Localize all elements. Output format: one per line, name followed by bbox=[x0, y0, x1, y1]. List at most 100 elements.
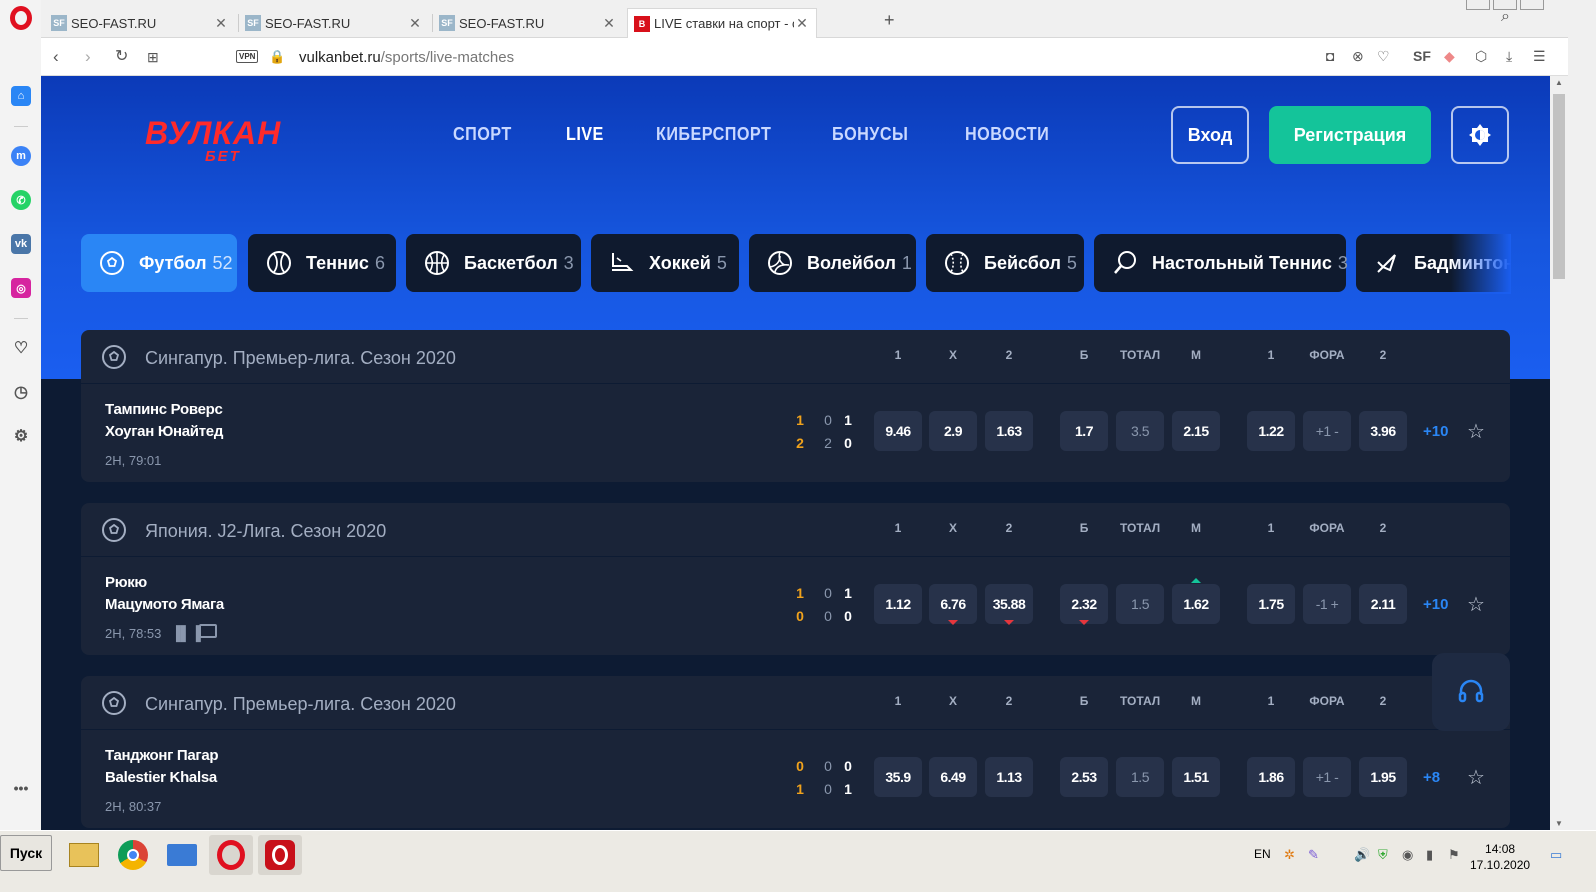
close-tab-icon[interactable]: ✕ bbox=[407, 15, 423, 32]
favorite-star-icon[interactable]: ☆ bbox=[1467, 765, 1485, 790]
action-center-flag-icon[interactable]: ⚑ bbox=[1448, 847, 1460, 863]
odds-button[interactable]: 2.15 bbox=[1172, 411, 1220, 451]
camera-snapshot-icon[interactable]: ◘ bbox=[1326, 48, 1334, 64]
league-header[interactable]: Сингапур. Премьер-лига. Сезон 2020 1 X 2 Б ТО… bbox=[81, 330, 1510, 384]
easy-setup-menu-icon[interactable]: ☰ bbox=[1533, 48, 1546, 65]
odds-button[interactable]: 1.51 bbox=[1172, 757, 1220, 797]
more-markets-link[interactable]: +10 bbox=[1423, 423, 1448, 440]
settings-gear-icon[interactable]: ⚙ bbox=[11, 426, 31, 446]
odds-button[interactable]: 35.9 bbox=[874, 757, 922, 797]
more-markets-link[interactable]: +10 bbox=[1423, 596, 1448, 613]
register-button[interactable]: Регистрация bbox=[1269, 106, 1431, 164]
lock-icon[interactable]: 🔒 bbox=[269, 47, 285, 67]
security-shield-icon[interactable]: ⛨ bbox=[1378, 847, 1388, 863]
close-tab-icon[interactable]: ✕ bbox=[213, 15, 229, 32]
download-icon[interactable]: ⤓ bbox=[1506, 48, 1512, 65]
odds-button[interactable]: 1.95 bbox=[1359, 757, 1407, 797]
more-dots-icon[interactable]: ••• bbox=[11, 778, 31, 798]
system-clock[interactable]: 14:08 17.10.2020 bbox=[1470, 841, 1530, 873]
forward-arrow-icon[interactable]: › bbox=[85, 47, 91, 67]
back-arrow-icon[interactable]: ‹ bbox=[53, 47, 59, 67]
scroll-up-arrow-icon[interactable]: ▲ bbox=[1555, 78, 1563, 87]
history-clock-icon[interactable]: ◷ bbox=[11, 382, 31, 402]
cube-extension-icon[interactable]: ⬡ bbox=[1475, 48, 1487, 65]
odds-button[interactable]: 3.5 bbox=[1116, 411, 1164, 451]
browser-tab[interactable]: SF SEO-FAST.RU ✕ bbox=[433, 8, 623, 38]
vulkan-bet-logo[interactable]: ВУЛКАН БЕТ bbox=[145, 116, 281, 164]
scrollbar-thumb[interactable] bbox=[1553, 94, 1565, 279]
opera-taskbar-icon[interactable] bbox=[209, 835, 253, 875]
sport-tab-hockey[interactable]: Хоккей 5 bbox=[591, 234, 739, 292]
close-tab-icon[interactable]: ✕ bbox=[601, 15, 617, 32]
sport-tab-tennis[interactable]: Теннис 6 bbox=[248, 234, 396, 292]
odds-button[interactable]: 1.5 bbox=[1116, 584, 1164, 624]
odds-button[interactable]: -1 + bbox=[1303, 584, 1351, 624]
sport-tab-basketball[interactable]: Баскетбол 3 bbox=[406, 234, 581, 292]
tray-pen-icon[interactable]: ✎ bbox=[1308, 847, 1319, 863]
heart-icon[interactable]: ♡ bbox=[11, 338, 31, 358]
odds-button[interactable]: 1.86 bbox=[1247, 757, 1295, 797]
show-desktop-icon[interactable]: ▭ bbox=[1550, 847, 1562, 863]
odds-button[interactable]: 1.12 bbox=[874, 584, 922, 624]
vpn-badge[interactable]: VPN bbox=[236, 50, 259, 63]
sport-tab-football[interactable]: Футбол 52 bbox=[81, 234, 237, 292]
support-chat-button[interactable] bbox=[1432, 653, 1510, 731]
odds-button[interactable]: 1.75 bbox=[1247, 584, 1295, 624]
login-button[interactable]: Вход bbox=[1171, 106, 1249, 164]
odds-button[interactable]: 1.5 bbox=[1116, 757, 1164, 797]
url-field[interactable]: vulkanbet.ru/sports/live-matches bbox=[299, 49, 514, 66]
volume-icon[interactable]: 🔊 bbox=[1354, 847, 1370, 863]
theme-toggle-button[interactable] bbox=[1451, 106, 1509, 164]
odds-button[interactable]: 2.9 bbox=[929, 411, 977, 451]
team-away[interactable]: Мацумото Ямага bbox=[105, 596, 224, 613]
maximize-window-button[interactable] bbox=[1493, 0, 1517, 10]
sport-tab-baseball[interactable]: Бейсбол 5 bbox=[926, 234, 1084, 292]
browser-tab[interactable]: SF SEO-FAST.RU ✕ bbox=[45, 8, 235, 38]
mail-icon[interactable] bbox=[160, 835, 204, 875]
league-header[interactable]: Япония. J2-Лига. Сезон 2020 1 X 2 Б ТОТАЛ М 1 ФО… bbox=[81, 503, 1510, 557]
file-explorer-icon[interactable] bbox=[62, 835, 106, 875]
team-home[interactable]: Танджонг Пагар bbox=[105, 747, 219, 764]
whatsapp-icon[interactable]: ✆ bbox=[11, 190, 31, 210]
nav-esports[interactable]: КИБЕРСПОРТ bbox=[656, 124, 771, 145]
opera-gx-taskbar-icon[interactable] bbox=[258, 835, 302, 875]
favorite-star-icon[interactable]: ☆ bbox=[1467, 419, 1485, 444]
adblock-icon[interactable]: ⊗ bbox=[1352, 48, 1364, 65]
odds-button[interactable]: 2.11 bbox=[1359, 584, 1407, 624]
team-away[interactable]: Balestier Khalsa bbox=[105, 769, 217, 786]
team-home[interactable]: Тампинс Роверс bbox=[105, 401, 223, 418]
close-window-button[interactable] bbox=[1520, 0, 1544, 10]
league-header[interactable]: Сингапур. Премьер-лига. Сезон 2020 1 X 2 Б ТО… bbox=[81, 676, 1510, 730]
odds-button[interactable]: 9.46 bbox=[874, 411, 922, 451]
team-away[interactable]: Хоуган Юнайтед bbox=[105, 423, 223, 440]
odds-button[interactable]: +1 - bbox=[1303, 411, 1351, 451]
nav-sport[interactable]: СПОРТ bbox=[453, 124, 512, 145]
odds-button[interactable]: +1 - bbox=[1303, 757, 1351, 797]
bookmark-heart-icon[interactable]: ♡ bbox=[1377, 48, 1390, 65]
odds-button[interactable]: 6.49 bbox=[929, 757, 977, 797]
tab-search-icon[interactable]: ⌕ bbox=[1501, 8, 1510, 26]
opera-logo-icon[interactable] bbox=[10, 6, 32, 30]
odds-button[interactable]: 1.13 bbox=[985, 757, 1033, 797]
nav-news[interactable]: НОВОСТИ bbox=[965, 124, 1049, 145]
stats-bars-icon[interactable]: ▐▌▐ bbox=[171, 625, 201, 641]
odds-button[interactable]: 1.63 bbox=[985, 411, 1033, 451]
browser-tab-active[interactable]: B LIVE ставки на спорт - с ✕ bbox=[627, 8, 817, 38]
more-markets-link[interactable]: +8 bbox=[1423, 769, 1440, 786]
team-home[interactable]: Рюкю bbox=[105, 574, 147, 591]
minimize-window-button[interactable] bbox=[1466, 0, 1490, 10]
speaker-muted-icon[interactable]: ◉ bbox=[1402, 847, 1413, 863]
scroll-down-arrow-icon[interactable]: ▼ bbox=[1555, 819, 1563, 828]
page-scrollbar[interactable]: ▲ ▼ bbox=[1550, 76, 1568, 830]
nav-bonuses[interactable]: БОНУСЫ bbox=[832, 124, 908, 145]
odds-button[interactable]: 6.76 bbox=[929, 584, 977, 625]
vk-icon[interactable]: vk bbox=[11, 234, 31, 254]
tabs-grid-icon[interactable]: ⊞ bbox=[147, 47, 159, 67]
speed-dial-icon[interactable]: ⌂ bbox=[11, 86, 31, 106]
instagram-icon[interactable]: ◎ bbox=[11, 278, 31, 298]
odds-button[interactable]: 35.88 bbox=[985, 584, 1033, 625]
seo-fast-extension-icon[interactable]: SF bbox=[1413, 48, 1431, 64]
sport-tab-volleyball[interactable]: Волейбол 1 bbox=[749, 234, 916, 292]
messenger-icon[interactable]: m bbox=[11, 146, 31, 166]
odds-button[interactable]: 1.22 bbox=[1247, 411, 1295, 451]
